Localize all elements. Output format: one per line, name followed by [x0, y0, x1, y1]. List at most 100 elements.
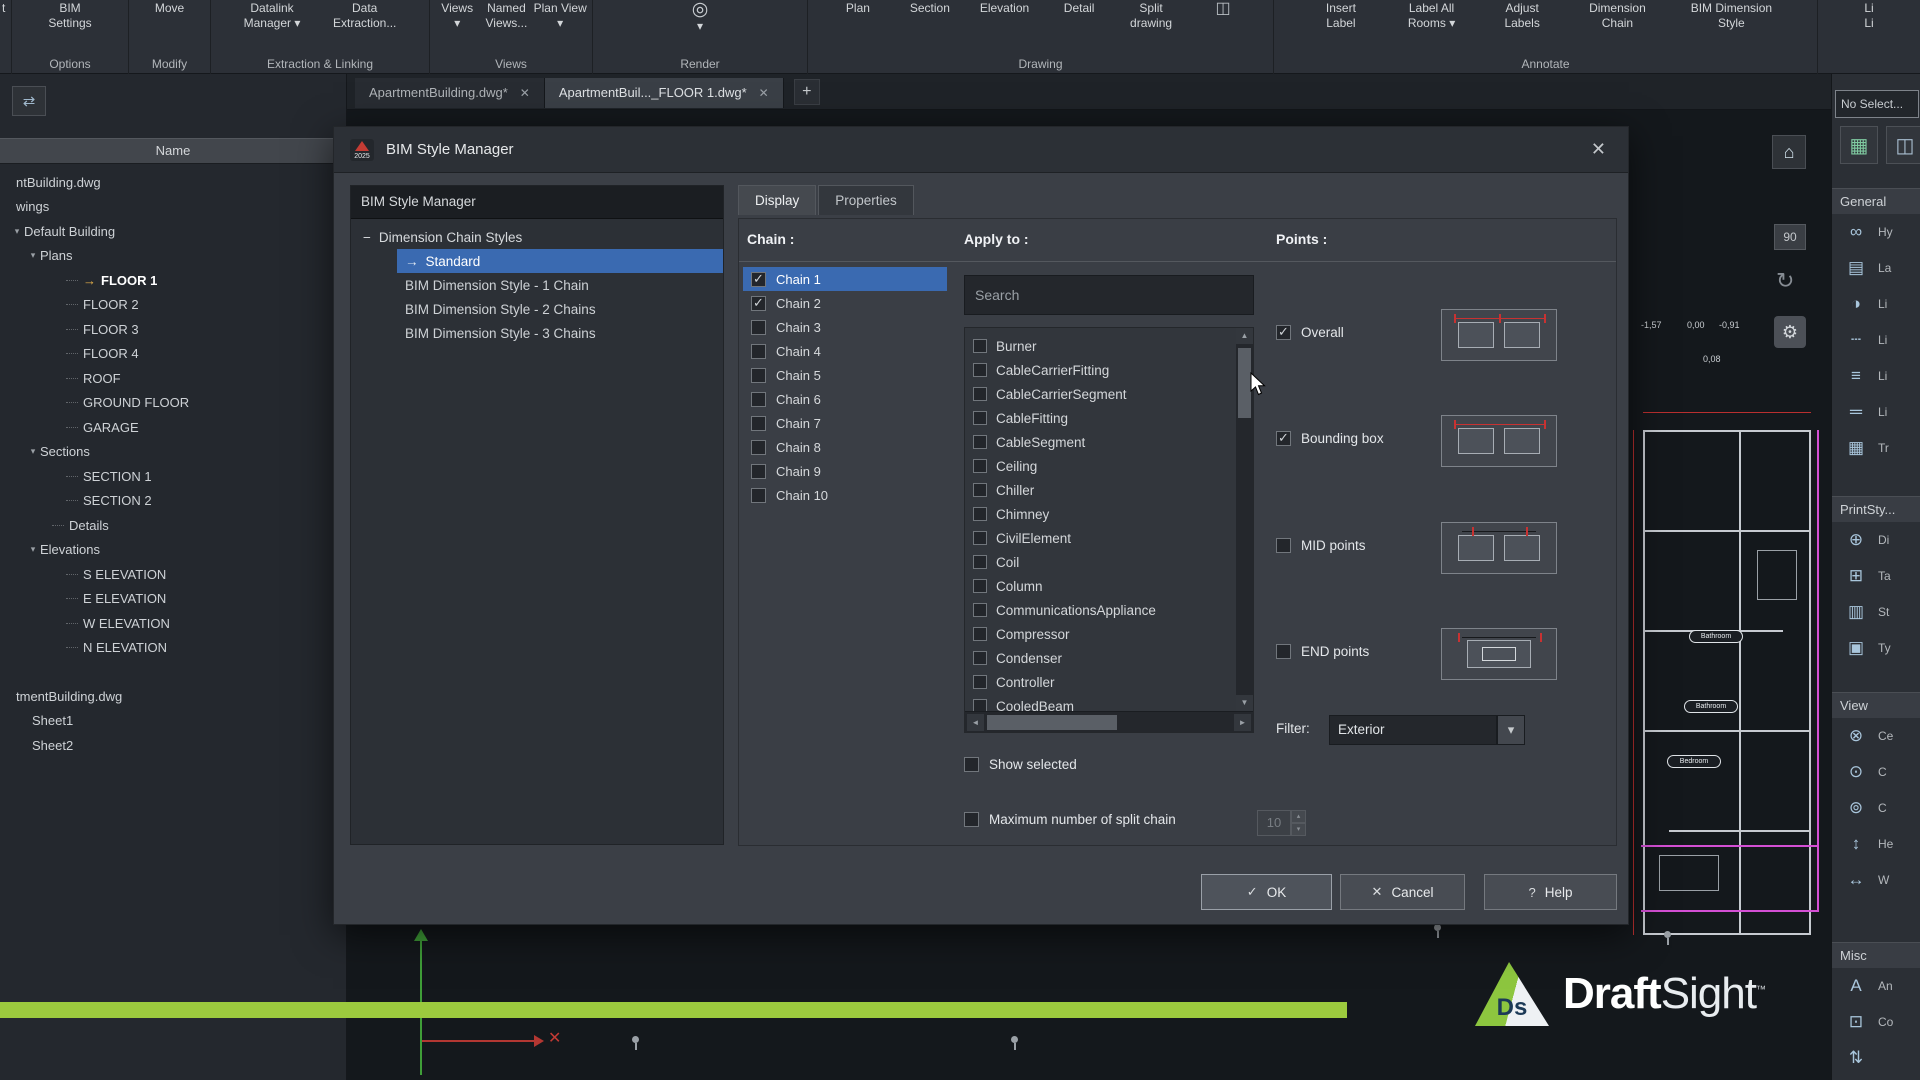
tree-item[interactable]: → E ELEVATION [0, 587, 346, 612]
scroll-left-icon[interactable]: ◄ [967, 714, 984, 731]
apply-to-checkbox[interactable] [973, 627, 987, 641]
section-header[interactable]: General [1832, 188, 1920, 214]
tree-item[interactable]: → FLOOR 2 [0, 293, 346, 318]
ribbon-button[interactable]: InsertLabel [1319, 1, 1363, 31]
tree-item[interactable]: → ROOF [0, 366, 346, 391]
apply-to-checkbox[interactable] [973, 555, 987, 569]
property-row[interactable]: ∞Hy [1832, 214, 1920, 250]
chain-row[interactable]: Chain 1 [743, 267, 947, 291]
ribbon-button[interactable]: LiLi [1847, 1, 1891, 31]
horizontal-scrollbar[interactable]: ◄ ► [965, 711, 1253, 732]
apply-to-checkbox[interactable] [973, 651, 987, 665]
chain-checkbox[interactable] [751, 320, 766, 335]
section-header[interactable]: Misc [1832, 942, 1920, 968]
chain-checkbox[interactable] [751, 368, 766, 383]
style-tree-item[interactable]: → BIM Dimension Style - 1 Chain [397, 273, 723, 297]
apply-to-checkbox[interactable] [973, 675, 987, 689]
property-row[interactable]: ↕He [1832, 826, 1920, 862]
apply-to-checkbox[interactable] [973, 603, 987, 617]
ribbon-button[interactable]: ◎▾ [678, 1, 722, 34]
chain-row[interactable]: Chain 10 [743, 483, 947, 507]
ribbon-button[interactable]: Views▾ [435, 1, 479, 31]
max-split-option[interactable]: Maximum number of split chain [964, 812, 1176, 827]
ribbon-button[interactable]: Detail [1057, 1, 1101, 16]
apply-to-checkbox[interactable] [973, 459, 987, 473]
max-split-checkbox[interactable] [964, 812, 979, 827]
apply-to-item[interactable]: Condenser [965, 646, 1236, 670]
expander-icon[interactable]: ▾ [26, 250, 40, 261]
expander-icon[interactable]: ▾ [26, 544, 40, 555]
tree-item[interactable]: ▾ → Plans [0, 244, 346, 269]
chain-row[interactable]: Chain 5 [743, 363, 947, 387]
document-tab[interactable]: ApartmentBuilding.dwg* ✕ [355, 78, 545, 108]
close-icon[interactable]: ✕ [1585, 137, 1612, 162]
chain-checkbox[interactable] [751, 440, 766, 455]
property-row[interactable]: ⇅ [1832, 1040, 1920, 1076]
tree-item[interactable]: → Sheet1 [0, 709, 346, 734]
expander-icon[interactable]: ▾ [10, 226, 24, 237]
property-row[interactable]: ▦Tr [1832, 430, 1920, 466]
property-row[interactable]: ⊗Ce [1832, 718, 1920, 754]
property-row[interactable]: ▣Ty [1832, 630, 1920, 666]
tree-item[interactable]: → W ELEVATION [0, 611, 346, 636]
chain-row[interactable]: Chain 9 [743, 459, 947, 483]
apply-to-item[interactable]: CooledBeam [965, 694, 1236, 711]
section-header[interactable]: PrintSty... [1832, 496, 1920, 522]
apply-to-checkbox[interactable] [973, 435, 987, 449]
apply-to-item[interactable]: CivilElement [965, 526, 1236, 550]
expander-icon[interactable]: ▾ [26, 446, 40, 457]
scroll-up-icon[interactable]: ▲ [1236, 328, 1253, 344]
end-points-checkbox[interactable] [1276, 644, 1291, 659]
ribbon-button[interactable]: DataExtraction... [333, 1, 396, 31]
chain-row[interactable]: Chain 4 [743, 339, 947, 363]
mid-points-checkbox[interactable] [1276, 538, 1291, 553]
sync-button[interactable]: ⇄ [12, 86, 46, 116]
tab-properties[interactable]: Properties [818, 185, 914, 215]
tree-item[interactable]: → FLOOR 1 [0, 268, 346, 293]
search-input[interactable] [964, 275, 1254, 315]
tree-item[interactable]: → GROUND FLOOR [0, 391, 346, 416]
grid-view-button[interactable]: ▦ [1840, 126, 1878, 164]
property-row[interactable]: ≡Li [1832, 358, 1920, 394]
tree-item[interactable]: → wings [0, 195, 346, 220]
apply-to-checkbox[interactable] [973, 411, 987, 425]
chain-row[interactable]: Chain 8 [743, 435, 947, 459]
apply-to-checkbox[interactable] [973, 699, 987, 711]
ribbon-button[interactable]: Splitdrawing [1129, 1, 1173, 31]
tree-item[interactable]: ▾ → Elevations [0, 538, 346, 563]
tree-item[interactable]: → Details [0, 513, 346, 538]
chain-row[interactable]: Chain 7 [743, 411, 947, 435]
help-button[interactable]: ? Help [1484, 874, 1617, 910]
ribbon-button[interactable]: Plan [836, 1, 880, 16]
tree-item[interactable]: → GARAGE [0, 415, 346, 440]
ribbon-button[interactable]: BIMSettings [48, 1, 92, 31]
chain-checkbox[interactable] [751, 416, 766, 431]
show-selected-checkbox[interactable] [964, 757, 979, 772]
apply-to-item[interactable]: CableCarrierFitting [965, 358, 1236, 382]
apply-to-item[interactable]: CommunicationsAppliance [965, 598, 1236, 622]
document-tab[interactable]: ApartmentBuil..._FLOOR 1.dwg* ✕ [545, 78, 784, 108]
apply-to-checkbox[interactable] [973, 579, 987, 593]
apply-to-item[interactable]: CableCarrierSegment [965, 382, 1236, 406]
chain-checkbox[interactable] [751, 344, 766, 359]
chain-row[interactable]: Chain 3 [743, 315, 947, 339]
ribbon-button[interactable]: Section [908, 1, 952, 16]
chain-checkbox[interactable] [751, 296, 766, 311]
ribbon-button[interactable]: Move [148, 1, 192, 16]
filter-dropdown-arrow-icon[interactable]: ▾ [1497, 715, 1525, 745]
apply-to-item[interactable]: Chimney [965, 502, 1236, 526]
property-row[interactable]: AAn [1832, 968, 1920, 1004]
apply-to-item[interactable]: Controller [965, 670, 1236, 694]
tree-item[interactable]: → Sheet2 [0, 733, 346, 758]
ribbon-button[interactable]: DatalinkManager ▾ [244, 1, 301, 31]
ribbon-button[interactable]: Label AllRooms ▾ [1408, 1, 1455, 31]
tab-close-icon[interactable]: ✕ [759, 86, 769, 100]
tree-item[interactable]: ▾ → Default Building [0, 219, 346, 244]
points-option-mid-points[interactable]: MID points [1276, 538, 1366, 553]
tree-item[interactable]: → SECTION 2 [0, 489, 346, 514]
apply-to-item[interactable]: Column [965, 574, 1236, 598]
selection-combobox[interactable]: No Select... [1835, 90, 1919, 118]
apply-to-checkbox[interactable] [973, 507, 987, 521]
view-home-button[interactable]: ⌂ [1772, 135, 1806, 169]
apply-to-checkbox[interactable] [973, 363, 987, 377]
